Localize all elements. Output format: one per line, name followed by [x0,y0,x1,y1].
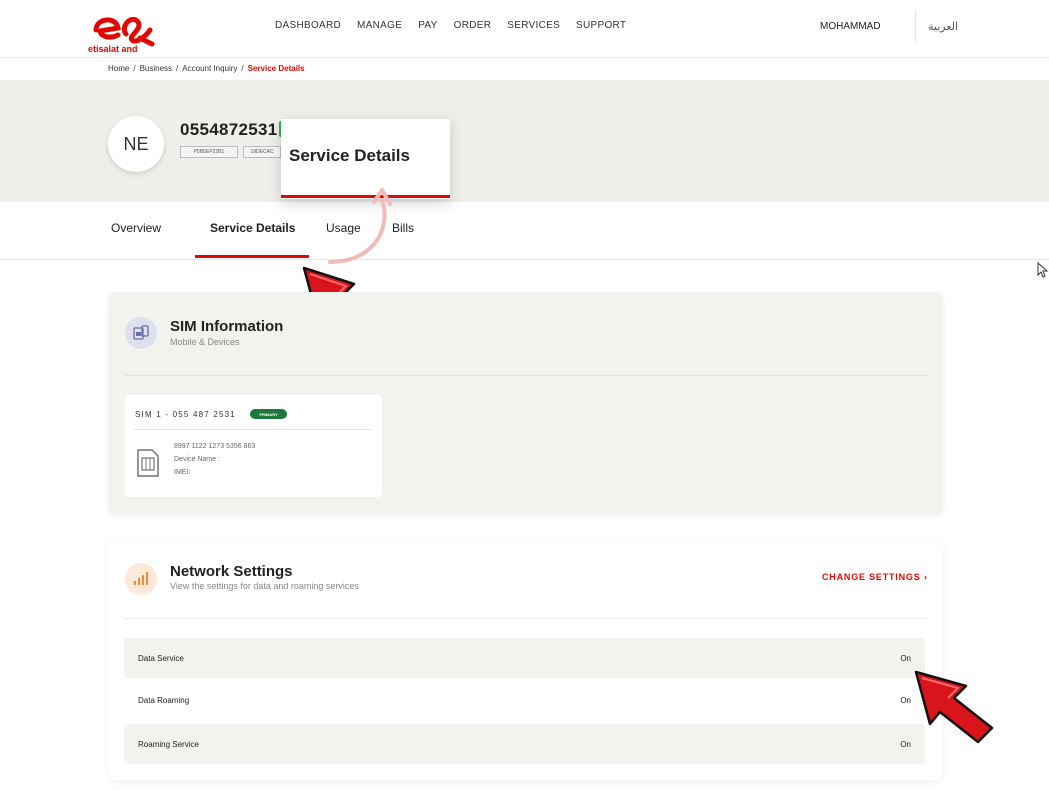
setting-row-roaming-service: Roaming Service On [124,724,925,764]
breadcrumb-account-inquiry[interactable]: Account Inquiry [182,64,237,73]
active-tab-indicator [195,255,309,258]
nav-pay[interactable]: PAY [418,20,437,31]
sim-divider [134,429,372,430]
zoom-callout-label: Service Details [289,146,410,165]
red-pointer-icon [914,670,994,744]
user-menu[interactable]: MOHAMMAD [820,21,881,32]
sim-card-icon [137,449,159,477]
header-divider [915,10,916,44]
setting-label: Data Roaming [138,695,190,705]
breadcrumb-separator: / [241,64,244,73]
tab-service-details[interactable]: Service Details [210,221,295,235]
tab-overview[interactable]: Overview [111,221,161,235]
setting-label: Data Service [138,653,184,663]
mouse-cursor-icon [1037,262,1049,278]
breadcrumb-current: Service Details [247,64,305,73]
nav-support[interactable]: SUPPORT [576,20,626,31]
section-subtitle: Mobile & Devices [170,337,240,347]
account-tag: 19DECAC [243,146,281,158]
main-nav: DASHBOARD MANAGE PAY ORDER SERVICES SUPP… [275,20,626,31]
avatar: NE [108,116,164,172]
setting-value: On [900,653,911,663]
breadcrumb-home[interactable]: Home [108,64,129,73]
signal-bars-icon [125,563,157,595]
primary-badge: PRIMARY [250,409,287,419]
sim-devices-icon [125,317,157,349]
change-settings-link[interactable]: CHANGE SETTINGS › [822,572,928,582]
sim-title: SIM 1 - 055 487 2531 [135,410,236,419]
nav-order[interactable]: ORDER [454,20,492,31]
chevron-right-icon: › [923,572,928,582]
nav-services[interactable]: SERVICES [507,20,560,31]
breadcrumb: Home / Business / Account Inquiry / Serv… [108,64,305,73]
section-subtitle: View the settings for data and roaming s… [170,581,359,591]
section-title: SIM Information [170,318,284,335]
nav-manage[interactable]: MANAGE [357,20,402,31]
setting-row-data-service: Data Service On [124,638,925,678]
logo-text: etisalat and [88,44,138,54]
section-title: Network Settings [170,563,293,580]
section-divider [125,375,928,376]
breadcrumb-separator: / [176,64,179,73]
breadcrumb-business[interactable]: Business [140,64,172,73]
account-number: 0554872531 [180,120,278,139]
setting-row-data-roaming: Data Roaming On [124,680,925,720]
curved-arrow-icon [328,188,392,264]
language-switch[interactable]: العربية [928,20,958,33]
setting-label: Roaming Service [138,739,199,749]
sim-iccid: 8997 1122 1273 5356 863 [174,443,256,450]
nav-dashboard[interactable]: DASHBOARD [275,20,341,31]
breadcrumb-separator: / [133,64,136,73]
change-settings-label: CHANGE SETTINGS [822,572,921,582]
sim-device-name: Device Name : [174,456,220,463]
sim-imei: IMEI: [174,469,191,476]
account-tag: P5B5EP22B1 [180,146,238,158]
section-divider [125,618,928,619]
